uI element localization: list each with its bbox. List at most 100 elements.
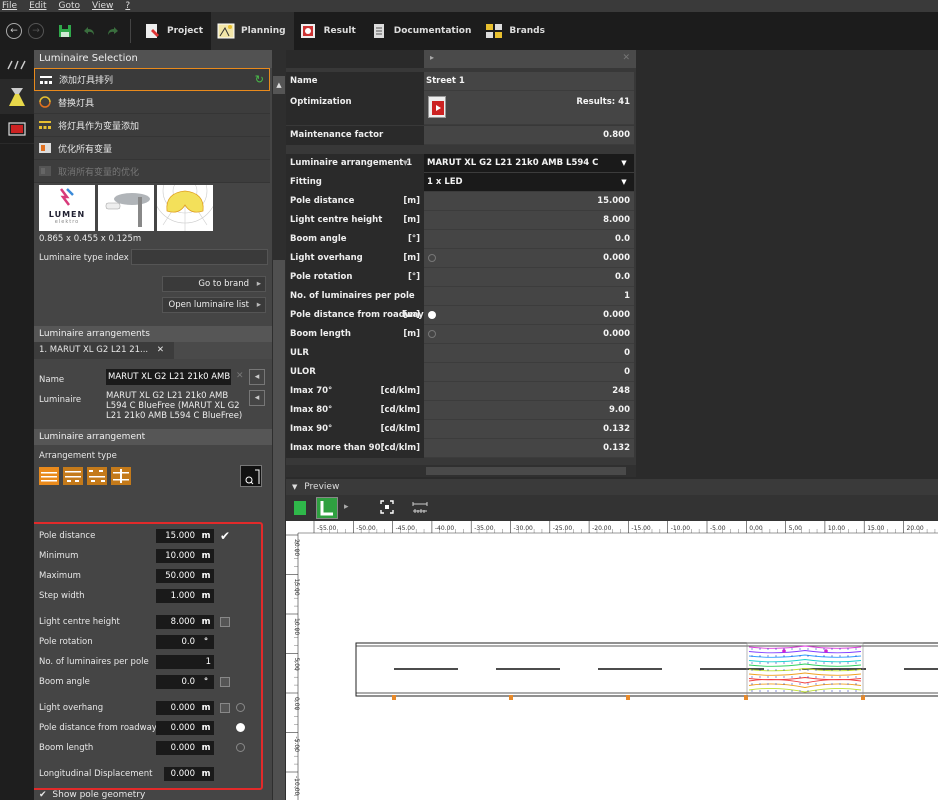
grid-row[interactable]: No. of luminaires per pole 1 bbox=[286, 287, 636, 306]
grid-row[interactable]: Boom angle [°] 0.0 bbox=[286, 230, 636, 249]
light-overhang-radio[interactable] bbox=[236, 703, 245, 712]
scroll-up-icon[interactable]: ▲ bbox=[273, 76, 285, 94]
row-radio[interactable] bbox=[428, 254, 436, 262]
grid-row-value[interactable]: 0.000 bbox=[424, 306, 634, 325]
optimization-button[interactable] bbox=[428, 96, 446, 118]
grid-hscrollbar[interactable] bbox=[286, 465, 636, 477]
minimum-input[interactable]: 10.000 bbox=[156, 549, 198, 563]
luminaires-per-pole-input[interactable]: 1 bbox=[156, 655, 214, 669]
grid-row-value[interactable]: 1 bbox=[424, 287, 634, 306]
add-as-variant-item[interactable]: 将灯具作为变量添加 bbox=[34, 114, 270, 137]
replace-luminaire-item[interactable]: 替换灯具 bbox=[34, 91, 270, 114]
grid-row[interactable]: Imax 90° [cd/klm] 0.132 bbox=[286, 420, 636, 439]
go-to-brand-button[interactable]: Go to brand ▸ bbox=[162, 276, 266, 292]
pole-distance-roadway-radio[interactable] bbox=[236, 723, 245, 732]
grid-row-value[interactable]: 15.000 bbox=[424, 192, 634, 211]
dropdown-arrow-icon[interactable]: ▼ bbox=[618, 176, 630, 188]
close-column-icon[interactable]: ✕ bbox=[622, 53, 630, 63]
grid-row[interactable]: Fitting 1 x LED ▼ bbox=[286, 173, 636, 192]
show-pole-geometry-row[interactable]: ✔ Show pole geometry bbox=[39, 790, 145, 800]
boom-angle-input[interactable]: 0.0 bbox=[156, 675, 198, 689]
left-scrollbar-thumb[interactable] bbox=[273, 260, 285, 800]
forward-icon[interactable]: → bbox=[28, 23, 44, 39]
step-width-input[interactable]: 1.000 bbox=[156, 589, 198, 603]
checkmark-icon[interactable]: ✔ bbox=[220, 529, 230, 543]
2d-view-button[interactable] bbox=[316, 497, 338, 519]
clear-name-icon[interactable]: ✕ bbox=[236, 371, 244, 381]
tab-documentation[interactable]: Documentation bbox=[364, 12, 480, 50]
optimize-all-item[interactable]: 优化所有变量 bbox=[34, 137, 270, 160]
tab-project[interactable]: Project bbox=[137, 12, 211, 50]
row-radio[interactable] bbox=[428, 330, 436, 338]
grid-row[interactable]: ULOR 0 bbox=[286, 363, 636, 382]
redo-icon[interactable] bbox=[106, 24, 120, 38]
maximum-input[interactable]: 50.000 bbox=[156, 569, 198, 583]
menu-file[interactable]: File bbox=[2, 0, 17, 12]
grid-row-value[interactable]: 0.0 bbox=[424, 230, 634, 249]
grid-row-value[interactable]: 8.000 bbox=[424, 211, 634, 230]
fit-view-button[interactable] bbox=[380, 500, 394, 514]
arrangement-single-sided-button[interactable] bbox=[39, 467, 59, 485]
grid-row-value[interactable]: MARUT XL G2 L21 21k0 AMB L594 C BlueFree… bbox=[424, 154, 634, 187]
grid-row[interactable]: Boom length [m] 0.000 bbox=[286, 325, 636, 344]
grid-row-value[interactable]: 0.132 bbox=[424, 439, 634, 458]
longitudinal-displacement-input[interactable]: 0.000 bbox=[164, 767, 198, 781]
grid-row[interactable]: Pole distance from roadway [m] 0.000 bbox=[286, 306, 636, 325]
luminaire-dropdown-button[interactable]: ◂ bbox=[249, 390, 265, 406]
tab-result[interactable]: Result bbox=[294, 12, 364, 50]
boom-angle-checkbox[interactable] bbox=[220, 677, 230, 687]
light-overhang-input[interactable]: 0.000 bbox=[156, 701, 198, 715]
zoom-arrangement-button[interactable] bbox=[240, 465, 262, 487]
grid-row[interactable]: Imax 70° [cd/klm] 248 bbox=[286, 382, 636, 401]
grid-row-value[interactable]: 0.800 bbox=[424, 126, 634, 145]
result-field-tool[interactable] bbox=[0, 114, 34, 144]
grid-row-value[interactable]: 0.000 bbox=[424, 249, 634, 268]
pole-distance-roadway-input[interactable]: 0.000 bbox=[156, 721, 198, 735]
tab-brands[interactable]: Brands bbox=[479, 12, 553, 50]
close-tab-icon[interactable]: ✕ bbox=[157, 345, 164, 355]
preview-canvas[interactable]: -55.00 -50.00 -45.00 -40.00 -35.00 -30.00 -25.… bbox=[286, 521, 938, 800]
3d-view-button[interactable] bbox=[294, 501, 306, 515]
boom-length-input[interactable]: 0.000 bbox=[156, 741, 198, 755]
menu-view[interactable]: View bbox=[92, 0, 113, 12]
grid-row[interactable]: Pole rotation [°] 0.0 bbox=[286, 268, 636, 287]
grid-row[interactable]: Light overhang [m] 0.000 bbox=[286, 249, 636, 268]
arrangement-central-button[interactable] bbox=[111, 467, 131, 485]
grid-row[interactable]: Light centre height [m] 8.000 bbox=[286, 211, 636, 230]
pole-distance-input[interactable]: 15.000 bbox=[156, 529, 198, 543]
pole-rotation-input[interactable]: 0.0 bbox=[156, 635, 198, 649]
grid-row-value[interactable]: 0.132 bbox=[424, 420, 634, 439]
light-overhang-checkbox[interactable] bbox=[220, 703, 230, 713]
back-icon[interactable]: ← bbox=[6, 23, 22, 39]
arrangement-collapse-icon[interactable]: ▼ bbox=[403, 154, 408, 173]
expand-icon[interactable]: ▸ bbox=[430, 53, 434, 62]
boom-length-radio[interactable] bbox=[236, 743, 245, 752]
arrangement-tab[interactable]: 1. MARUT XL G2 L21 21... ✕ bbox=[34, 342, 174, 359]
grid-row[interactable]: Imax more than 90° [cd/klm] 0.132 bbox=[286, 439, 636, 458]
grid-row-value[interactable]: 0.0 bbox=[424, 268, 634, 287]
dropdown-arrow-icon[interactable]: ▼ bbox=[618, 157, 630, 169]
left-panel-scrollbar[interactable]: ▲ bbox=[272, 50, 286, 800]
arrangement-opposite-button[interactable] bbox=[63, 467, 83, 485]
cancel-optimization-item[interactable]: 取消所有变量的优化 bbox=[34, 160, 270, 183]
save-icon[interactable] bbox=[58, 24, 72, 38]
grid-row[interactable]: Pole distance [m] 15.000 bbox=[286, 192, 636, 211]
grid-row-value[interactable]: 9.00 bbox=[424, 401, 634, 420]
light-centre-height-input[interactable]: 8.000 bbox=[156, 615, 198, 629]
view-chevron-icon[interactable]: ▸ bbox=[344, 502, 349, 512]
menu-goto[interactable]: Goto bbox=[59, 0, 81, 12]
measure-button[interactable] bbox=[412, 500, 428, 514]
road-preview-drawing[interactable]: -55.00 -50.00 -45.00 -40.00 -35.00 -30.00 -25.… bbox=[286, 521, 938, 800]
undo-icon[interactable] bbox=[82, 24, 96, 38]
grid-row[interactable]: Luminaire arrangement 1 ▼ MARUT XL G2 L21 … bbox=[286, 154, 636, 187]
menu-help[interactable]: ? bbox=[125, 0, 130, 12]
grid-row-value[interactable]: 1 x LED ▼ bbox=[424, 173, 634, 192]
luminaire-tool[interactable] bbox=[0, 80, 34, 114]
grid-row-value[interactable]: 0.000 bbox=[424, 325, 634, 344]
grid-row-value[interactable]: 0 bbox=[424, 363, 634, 382]
menu-edit[interactable]: Edit bbox=[29, 0, 46, 12]
row-radio-selected[interactable] bbox=[428, 311, 436, 319]
preview-header[interactable]: ▼ Preview bbox=[286, 479, 938, 495]
arrangement-staggered-button[interactable] bbox=[87, 467, 107, 485]
grid-row[interactable]: Maintenance factor 0.800 bbox=[286, 126, 636, 145]
